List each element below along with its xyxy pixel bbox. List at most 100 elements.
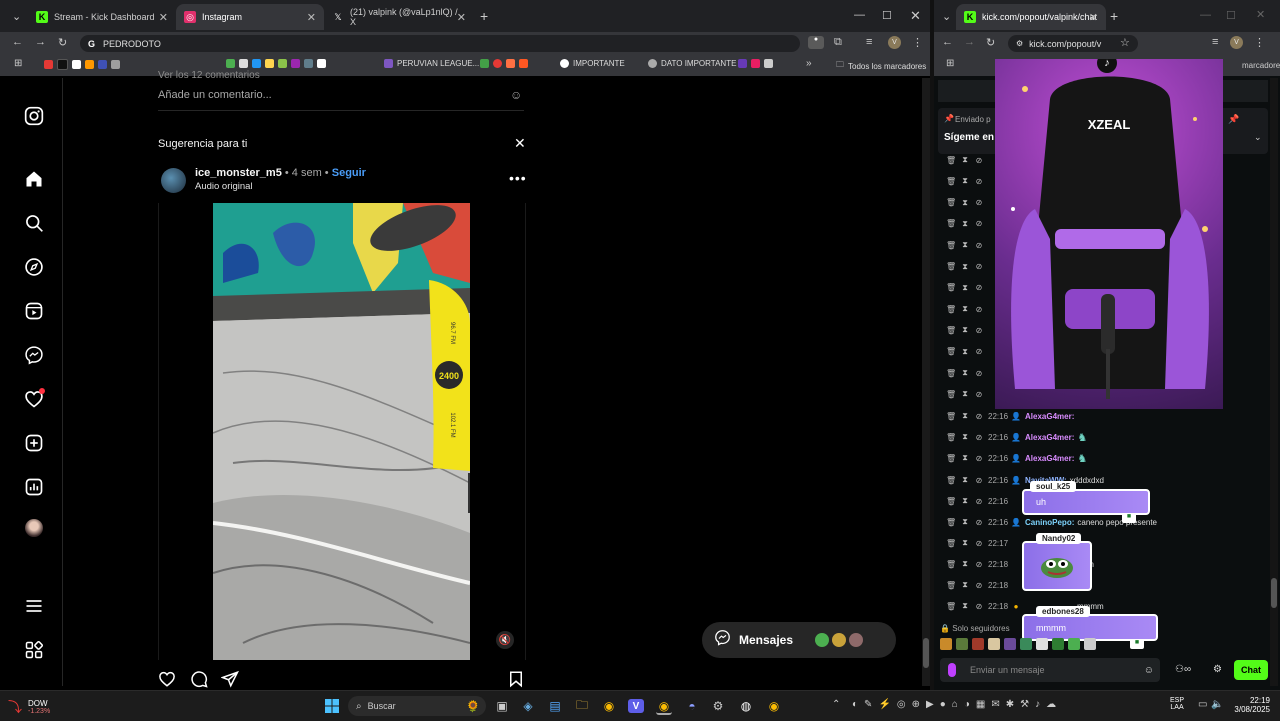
maximize-icon[interactable]: ☐ [882,9,892,22]
delete-icon[interactable]: 🗑 [946,177,956,186]
copilot-icon[interactable]: ◈ [520,699,536,713]
menu-dots-icon[interactable]: ⋮ [1254,36,1265,49]
chat-username[interactable]: CaninoPepo: [1025,518,1074,527]
bookmark-favicons-group-2[interactable] [226,59,330,68]
stock-widget[interactable]: ⤵ DOW -1.23% [8,697,50,717]
delete-icon[interactable]: 🗑 [946,476,956,485]
ban-icon[interactable]: ⊘ [974,390,984,399]
reload-icon[interactable]: ↻ [986,36,995,49]
timeout-icon[interactable]: ⧗ [960,411,970,421]
ban-icon[interactable]: ⊘ [974,454,984,463]
close-window-icon[interactable]: ✕ [1256,8,1265,21]
chat-input[interactable]: Enviar un mensaje ☺ [940,658,1160,682]
timeout-icon[interactable]: ⧗ [960,283,970,293]
timeout-icon[interactable]: ⧗ [960,517,970,527]
close-window-icon[interactable]: ✕ [910,8,921,24]
ban-icon[interactable]: ⊘ [974,283,984,292]
chat-message-row[interactable]: 🗑 ⧗ ⊘ [946,302,988,316]
bookmarks-tail[interactable]: marcadores [1242,61,1280,70]
also-from-meta-icon[interactable] [22,638,46,662]
dashboard-icon[interactable] [22,475,46,499]
reading-list-icon[interactable]: ≡ [866,36,872,48]
timeout-icon[interactable]: ⧗ [960,325,970,335]
timeout-icon[interactable]: ⧗ [960,240,970,250]
ban-icon[interactable]: ⊘ [974,433,984,442]
bookmark-favicons-group-3[interactable] [480,59,532,68]
file-explorer-icon[interactable]: 🗀 [574,698,590,713]
new-tab-icon[interactable]: + [1110,8,1118,24]
timeout-icon[interactable]: ⧗ [960,453,970,463]
ban-icon[interactable]: ⊘ [974,347,984,356]
ban-icon[interactable]: ⊘ [974,177,984,186]
task-view-icon[interactable]: ▣ [494,699,510,713]
timeout-icon[interactable]: ⧗ [960,580,970,590]
post-video[interactable]: 2400 96.7 FM 102.1 FM [213,203,470,660]
chat-message-row[interactable]: 🗑 ⧗ ⊘ [946,196,988,210]
minimize-icon[interactable]: — [1200,9,1211,21]
chat-message-row[interactable]: 🗑 ⧗ ⊘ [946,260,988,274]
apps-grid-icon[interactable]: ⊞ [14,58,22,69]
emoji-picker-icon[interactable]: ☺ [1144,665,1154,676]
ban-icon[interactable]: ⊘ [974,602,984,611]
chat-users-icon[interactable]: ⚇∞ [1175,664,1191,675]
timeout-icon[interactable]: ⧗ [960,262,970,272]
delete-icon[interactable]: 🗑 [946,262,956,271]
chat-message-row[interactable]: 🗑 ⧗ ⊘ 22:18 [946,578,1011,592]
timeout-icon[interactable]: ⧗ [960,538,970,548]
scrollbar-thumb[interactable] [923,638,929,668]
speaker-icon[interactable]: 🔈 [1211,699,1223,710]
timeout-icon[interactable]: ⧗ [960,389,970,399]
chrome-second-icon[interactable]: ◉ [766,699,782,713]
create-icon[interactable] [22,431,46,455]
page-scrollbar[interactable] [922,78,930,686]
expand-pinned-icon[interactable]: ⌄ [1254,132,1262,143]
close-tab-icon[interactable]: ✕ [457,11,466,24]
delete-icon[interactable]: 🗑 [946,390,956,399]
clock[interactable]: 22:19 3/08/2025 [1230,696,1270,714]
ban-icon[interactable]: ⊘ [974,219,984,228]
chrome-icon[interactable]: ◉ [601,699,617,713]
chat-message-row[interactable]: 🗑 ⧗ ⊘ [946,281,988,295]
ban-icon[interactable]: ⊘ [974,497,984,506]
delete-icon[interactable]: 🗑 [946,454,956,463]
ban-icon[interactable]: ⊘ [974,581,984,590]
chat-message-row[interactable]: 🗑 ⧗ ⊘ [946,238,988,252]
obs-icon[interactable]: ◍ [738,699,754,713]
right-address-bar[interactable]: ⚙ kick.com/popout/v [1008,35,1138,52]
ban-icon[interactable]: ⊘ [974,198,984,207]
chat-message-row[interactable]: 🗑 ⧗ ⊘ [946,366,988,380]
ban-icon[interactable]: ⊘ [974,412,984,421]
bookmark-favicons-group-4[interactable] [738,59,777,68]
ban-icon[interactable]: ⊘ [974,262,984,271]
ban-icon[interactable]: ⊘ [974,518,984,527]
ban-icon[interactable]: ⊘ [974,476,984,485]
bookmark-peruvian-league[interactable]: PERUVIAN LEAGUE... [384,59,479,68]
timeout-icon[interactable]: ⧗ [960,475,970,485]
tab-search-icon[interactable]: ⌄ [942,10,951,23]
reload-icon[interactable]: ↻ [58,36,67,49]
steam-icon[interactable]: ⚙ [710,699,726,713]
tab-kick-popout[interactable]: K kick.com/popout/valpink/chat ✕ [956,4,1106,30]
visual-studio-icon[interactable]: V [628,699,644,713]
ban-icon[interactable]: ⊘ [974,539,984,548]
address-bar[interactable]: G PEDRODOTO [80,35,800,52]
chat-message-row[interactable]: 🗑 ⧗ ⊘ 22:16 👤 NayitaWW: xdddxdxd [946,473,1104,487]
tab-kick-dashboard[interactable]: K Stream - Kick Dashboard ✕ [28,4,176,30]
ban-icon[interactable]: ⊘ [974,560,984,569]
timeout-icon[interactable]: ⧗ [960,559,970,569]
tray-overflow-icon[interactable]: ⌃ [832,699,840,710]
instagram-logo-icon[interactable] [22,104,46,128]
delete-icon[interactable]: 🗑 [946,497,956,506]
post-options-icon[interactable]: ••• [509,170,527,186]
chat-username[interactable]: AlexaG4mer: [1025,433,1074,442]
chat-message-row[interactable]: 🗑 ⧗ ⊘ [946,217,988,231]
language-indicator[interactable]: ESP LAA [1170,697,1184,711]
forward-icon[interactable]: → [964,36,975,48]
system-tray-icons[interactable]: ◐ ✎ ⚡ ◎ ⊕ ▶ ● ⌂ ◑ ▦ ✉ ✱ ⚒ ♪ ☁ [852,699,1056,710]
taskbar-search[interactable]: ⌕ Buscar 🌻 [348,696,486,716]
new-tab-icon[interactable]: + [480,8,488,24]
delete-icon[interactable]: 🗑 [946,581,956,590]
chat-scrollbar[interactable] [1270,78,1278,686]
timeout-icon[interactable]: ⧗ [960,198,970,208]
timeout-icon[interactable]: ⧗ [960,155,970,165]
